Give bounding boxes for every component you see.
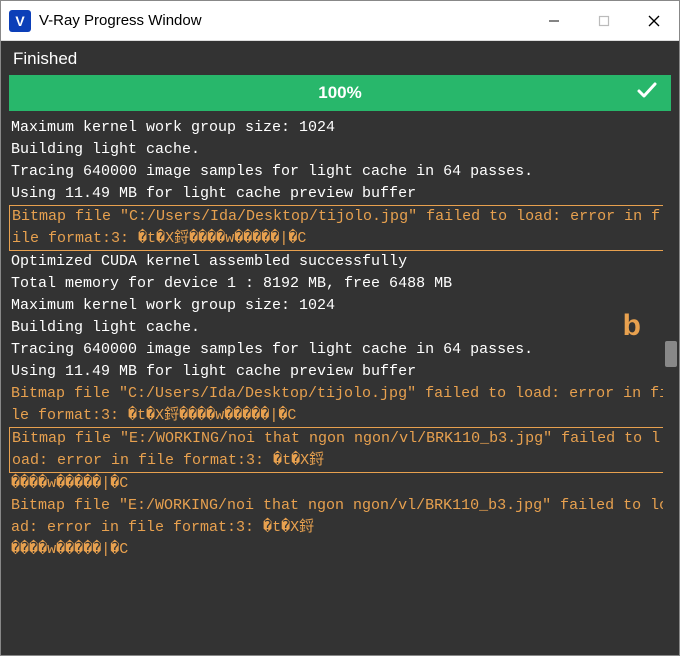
log-line: ����w�����|�C <box>11 539 669 561</box>
error-highlight-box: Bitmap file "E:/WORKING/noi that ngon ng… <box>9 427 671 473</box>
checkmark-icon <box>635 78 659 108</box>
window-title: V-Ray Progress Window <box>39 12 529 29</box>
log-area: Maximum kernel work group size: 1024Buil… <box>1 111 679 655</box>
app-window: V V-Ray Progress Window Finished 100% Ma… <box>0 0 680 656</box>
log-line: Maximum kernel work group size: 1024 <box>11 117 669 139</box>
log-line: Building light cache. <box>11 139 669 161</box>
log-line: Using 11.49 MB for light cache preview b… <box>11 361 669 383</box>
error-highlight-box: Bitmap file "C:/Users/Ida/Desktop/tijolo… <box>9 205 671 251</box>
content-area: Finished 100% Maximum kernel work group … <box>1 41 679 655</box>
close-button[interactable] <box>629 1 679 40</box>
progress-text: 100% <box>318 83 361 103</box>
titlebar[interactable]: V V-Ray Progress Window <box>1 1 679 41</box>
maximize-button[interactable] <box>579 1 629 40</box>
log-line: Building light cache. <box>11 317 669 339</box>
log-line: Maximum kernel work group size: 1024 <box>11 295 669 317</box>
log-line: Bitmap file "E:/WORKING/noi that ngon ng… <box>12 428 668 472</box>
progress-bar: 100% <box>9 75 671 111</box>
window-controls <box>529 1 679 40</box>
scrollbar-track[interactable] <box>663 111 679 655</box>
log-line: Total memory for device 1 : 8192 MB, fre… <box>11 273 669 295</box>
status-label: Finished <box>1 41 679 75</box>
log-line: ����w�����|�C <box>11 473 669 495</box>
log-line: Tracing 640000 image samples for light c… <box>11 339 669 361</box>
log-line: Tracing 640000 image samples for light c… <box>11 161 669 183</box>
log-line: Bitmap file "E:/WORKING/noi that ngon ng… <box>11 495 669 539</box>
log-line: Using 11.49 MB for light cache preview b… <box>11 183 669 205</box>
log-line: Bitmap file "C:/Users/Ida/Desktop/tijolo… <box>11 383 669 427</box>
log-line: Optimized CUDA kernel assembled successf… <box>11 251 669 273</box>
app-icon: V <box>9 10 31 32</box>
scrollbar-thumb[interactable] <box>665 341 677 367</box>
log-line: Bitmap file "C:/Users/Ida/Desktop/tijolo… <box>12 206 668 250</box>
minimize-button[interactable] <box>529 1 579 40</box>
annotation-b: b <box>623 309 641 343</box>
